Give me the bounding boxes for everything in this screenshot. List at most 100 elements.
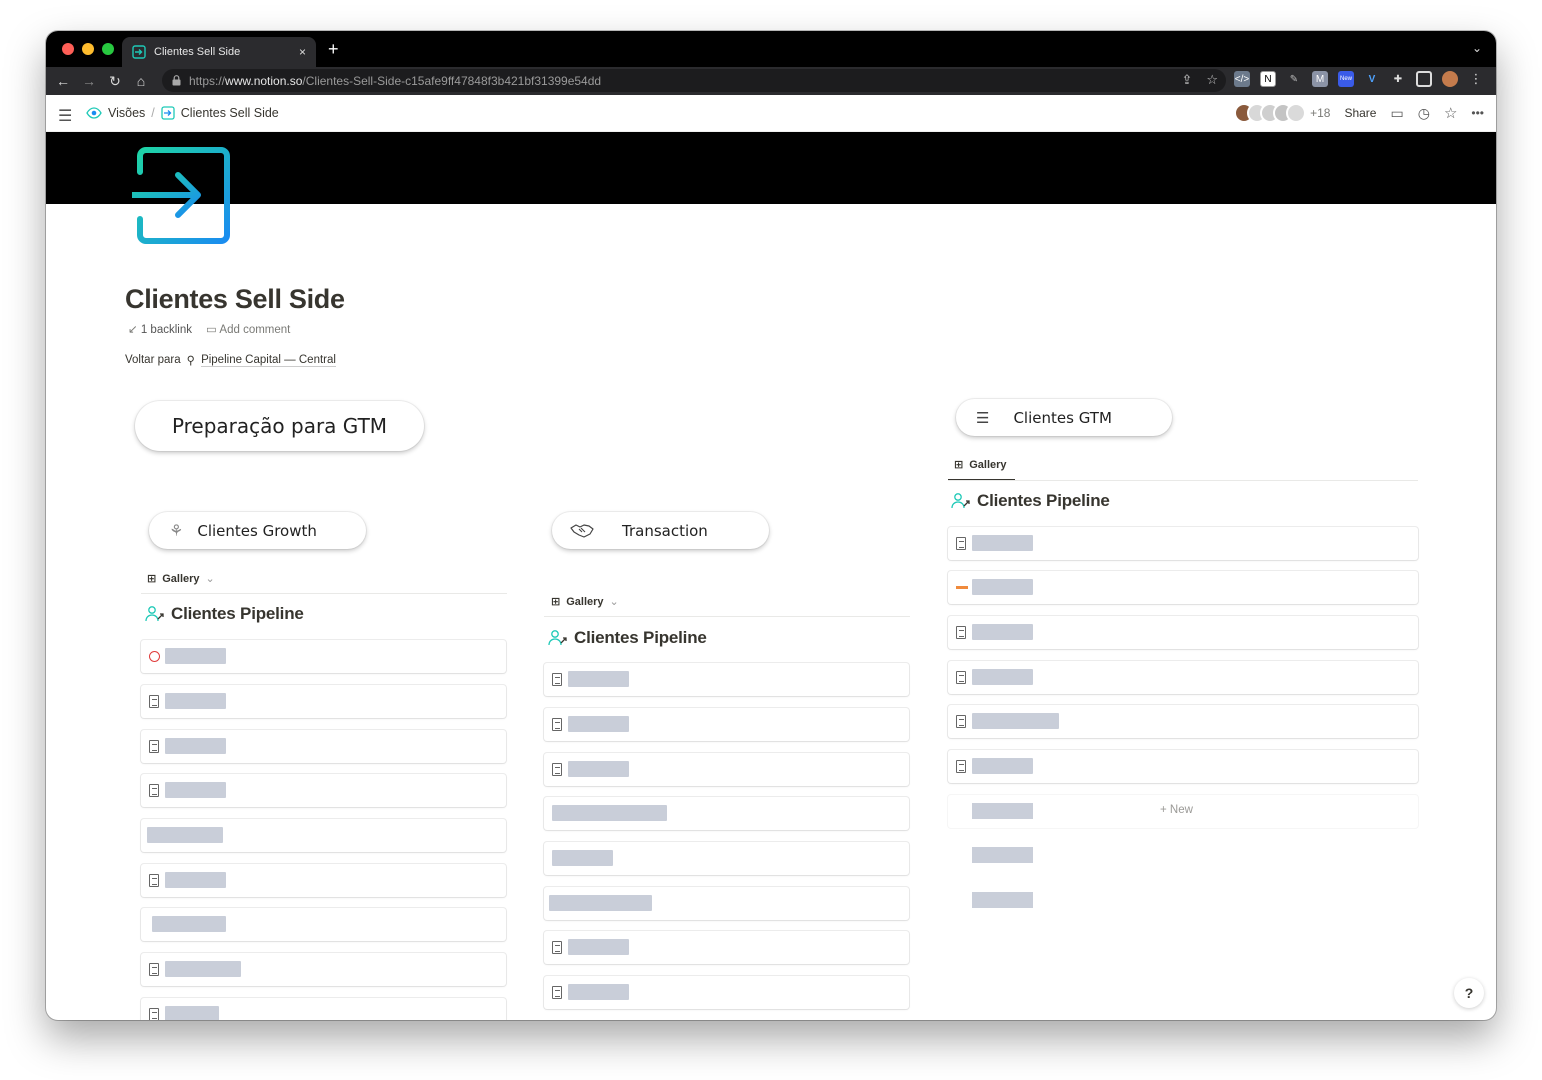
gallery-view-label: Gallery [566,595,604,608]
breadcrumb-current[interactable]: Clientes Sell Side [181,106,279,120]
updates-clock-icon[interactable]: ◷ [1418,105,1430,122]
backlinks-link[interactable]: ↙ 1 backlink [128,322,192,336]
gallery-card[interactable] [544,887,909,920]
extensions-puzzle-icon[interactable]: ✚ [1390,71,1406,87]
favorite-star-icon[interactable]: ☆ [1444,104,1457,122]
gallery-card[interactable] [141,730,506,763]
gallery-card[interactable] [544,842,909,875]
collaborator-avatars[interactable] [1234,103,1307,123]
document-icon [956,760,966,773]
share-page-icon[interactable]: ⇪ [1181,72,1192,88]
browser-menu-icon[interactable]: ⋮ [1468,71,1484,87]
new-tab-button[interactable]: + [328,39,339,60]
extension-pen-icon[interactable]: ✎ [1286,71,1302,87]
gallery-card[interactable] [544,931,909,964]
gallery-card[interactable] [141,864,506,897]
comments-icon[interactable]: ▭ [1390,105,1403,122]
notion-topbar: ☰ Visões / Clientes Sell Side +18 Share … [46,95,1496,132]
voltar-label: Voltar para [125,354,181,366]
redacted-card-title [568,716,629,732]
address-bar[interactable]: https://www.notion.so/Clientes-Sell-Side… [162,69,1226,92]
gallery-card[interactable] [141,998,506,1020]
gallery-card[interactable] [544,663,909,696]
transaction-button[interactable]: Transaction [552,512,769,549]
gallery-card[interactable] [948,661,1418,694]
minimize-window-button[interactable] [82,43,94,55]
gallery-card[interactable] [544,976,909,1009]
help-button[interactable]: ? [1454,978,1484,1008]
plus-icon: + [1160,804,1167,816]
gallery-card[interactable] [141,908,506,941]
comment-icon: ▭ [205,324,217,336]
bookmark-star-icon[interactable]: ☆ [1206,72,1218,88]
add-comment-button[interactable]: ▭ Add comment [206,322,290,336]
transaction-gallery-view-tab[interactable]: ⊞ Gallery ⌄ [551,595,619,609]
redacted-card-title [165,872,226,888]
gallery-card[interactable] [948,527,1418,560]
breadcrumb-parent[interactable]: Visões [108,106,145,120]
document-icon [552,718,562,731]
gallery-card[interactable] [141,774,506,807]
browser-tab[interactable]: Clientes Sell Side × [122,37,316,67]
gtm-gallery-view-tab[interactable]: ⊞ Gallery [954,458,1007,472]
back-icon[interactable]: ← [50,73,76,89]
clientes-gtm-button[interactable]: ☰ Clientes GTM [956,399,1172,436]
clientes-growth-label: Clientes Growth [197,521,317,540]
forward-icon[interactable]: → [76,73,102,89]
pipeline-title-label: Clientes Pipeline [977,491,1110,510]
redacted-card-title [152,916,226,932]
extension-v-icon[interactable]: V [1364,71,1380,87]
extension-new-icon[interactable]: New [1338,71,1354,87]
pipeline-title-label: Clientes Pipeline [171,604,304,623]
window-controls [62,43,114,55]
document-icon [956,671,966,684]
page-small-icon [161,106,175,120]
gallery-grid-icon: ⊞ [551,596,561,608]
gallery-card[interactable] [544,708,909,741]
transaction-pipeline-title[interactable]: Clientes Pipeline [548,628,707,648]
clientes-growth-button[interactable]: ⚘ Clientes Growth [149,512,366,549]
more-options-icon[interactable]: ••• [1471,106,1484,120]
gallery-card[interactable] [948,571,1418,604]
redacted-card-title [568,939,629,955]
pipeline-central-link[interactable]: Pipeline Capital — Central [201,354,336,367]
tab-title: Clientes Sell Side [154,46,241,58]
gallery-view-label: Gallery [969,458,1007,471]
gallery-card[interactable] [544,797,909,830]
close-window-button[interactable] [62,43,74,55]
sidepanel-icon[interactable] [1416,71,1432,87]
gallery-card[interactable] [948,616,1418,649]
home-icon[interactable]: ⌂ [128,73,154,89]
extension-notion-icon[interactable]: N [1260,71,1276,87]
redacted-card-title [568,761,629,777]
avatar-overflow-count[interactable]: +18 [1310,106,1330,120]
sidebar-toggle-icon[interactable]: ☰ [58,106,72,126]
gallery-card[interactable] [141,640,506,673]
tab-search-button[interactable]: ⌄ [1472,41,1482,55]
gallery-card[interactable] [141,685,506,718]
share-button[interactable]: Share [1344,106,1376,120]
page-arrow-icon[interactable] [132,144,235,247]
redacted-card-title [972,579,1033,595]
page-cover[interactable] [46,132,1496,204]
document-icon [149,874,159,887]
gallery-card[interactable] [948,750,1418,783]
gallery-card[interactable] [948,705,1418,738]
profile-avatar[interactable] [1442,71,1458,87]
people-arrow-icon [951,493,970,509]
extension-code-icon[interactable]: </> [1234,71,1250,87]
gtm-prep-heading[interactable]: Preparação para GTM [135,401,424,451]
maximize-window-button[interactable] [102,43,114,55]
tab-close-icon[interactable]: × [299,45,306,59]
gallery-card[interactable] [141,819,506,852]
gtm-pipeline-title[interactable]: Clientes Pipeline [951,491,1110,511]
page-title[interactable]: Clientes Sell Side [125,284,345,315]
gallery-card[interactable] [141,953,506,986]
extension-m-icon[interactable]: M [1312,71,1328,87]
new-card-label[interactable]: + New [1160,804,1193,816]
document-icon [149,695,159,708]
reload-icon[interactable]: ↻ [102,73,128,90]
growth-pipeline-title[interactable]: Clientes Pipeline [145,604,304,624]
gallery-card[interactable] [544,753,909,786]
growth-gallery-view-tab[interactable]: ⊞ Gallery ⌄ [147,572,215,586]
